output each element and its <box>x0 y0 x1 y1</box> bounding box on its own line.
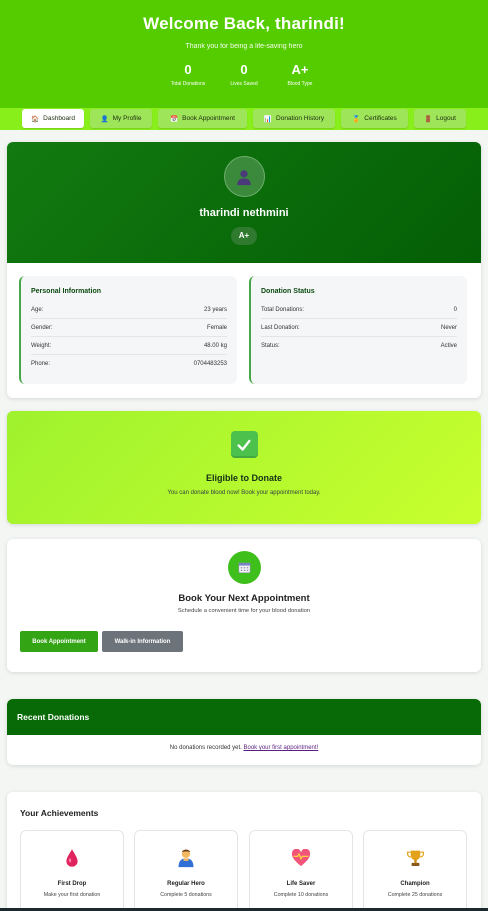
achievement-champion: Champion Complete 25 donations <box>363 830 467 911</box>
book-first-appointment-link[interactable]: Book your first appointment! <box>244 745 319 751</box>
booking-text: Schedule a convenient time for your bloo… <box>177 608 311 614</box>
nav-my-profile-button[interactable]: 👤 My Profile <box>90 109 152 128</box>
stat-total-donations: 0 Total Donations <box>169 62 207 87</box>
stat-label: Blood Type <box>287 81 313 87</box>
nav-label: Dashboard <box>43 115 75 122</box>
heart-icon <box>250 847 352 869</box>
achievement-name: First Drop <box>57 881 87 887</box>
nav-logout-button[interactable]: 🚪 Logout <box>414 109 466 128</box>
stat-value: 0 <box>240 62 248 77</box>
achievement-description: Complete 10 donations <box>273 892 329 898</box>
row-label: Total Donations: <box>261 306 305 313</box>
welcome-title: Welcome Back, tharindi! <box>143 14 345 33</box>
nav-donation-history-button[interactable]: 📊 Donation History <box>253 109 335 128</box>
nav-label: My Profile <box>112 115 142 122</box>
welcome-header: Welcome Back, tharindi! Thank you for be… <box>0 0 488 108</box>
book-appointment-button[interactable]: Book Appointment <box>20 631 98 652</box>
calendar-icon: 📅 <box>170 115 179 123</box>
blood-type-badge: A+ <box>231 227 257 245</box>
nav-label: Logout <box>436 115 456 122</box>
certificate-icon: 🏅 <box>352 115 361 123</box>
info-row-phone: Phone: 0704483253 <box>31 355 227 373</box>
profile-name: tharindi nethmini <box>199 207 289 219</box>
row-label: Age: <box>31 306 44 313</box>
stat-label: Total Donations <box>170 81 206 87</box>
eligibility-card: Eligible to Donate You can donate blood … <box>7 411 481 524</box>
book-appointment-card: Book Your Next Appointment Schedule a co… <box>7 539 481 672</box>
info-row-age: Age: 23 years <box>31 301 227 319</box>
stat-label: Lives Saved <box>230 81 258 87</box>
nav-certificates-button[interactable]: 🏅 Certificates <box>341 109 408 128</box>
nav-label: Donation History <box>276 115 325 122</box>
avatar <box>223 156 265 197</box>
panel-title: Personal Information <box>31 288 102 295</box>
row-label: Last Donation: <box>261 324 300 331</box>
donation-status-panel: Donation Status Total Donations: 0 Last … <box>249 276 467 384</box>
status-row-status: Status: Active <box>261 337 457 355</box>
eligibility-title: Eligible to Donate <box>205 473 282 483</box>
profile-header: tharindi nethmini A+ <box>7 142 481 263</box>
row-label: Phone: <box>31 361 51 367</box>
hero-icon <box>135 847 237 869</box>
row-value: Never <box>440 324 457 331</box>
achievement-description: Make your first donation <box>43 892 101 898</box>
achievement-name: Life Saver <box>286 881 316 887</box>
nav-label: Book Appointment <box>182 115 235 122</box>
achievements-card: Your Achievements First Drop Make your f… <box>7 792 481 911</box>
row-value: 0704483253 <box>193 361 227 367</box>
check-mark-icon <box>230 431 258 458</box>
user-icon: 👤 <box>100 115 109 123</box>
achievement-description: Complete 5 donations <box>160 892 212 898</box>
user-silhouette-icon <box>237 169 251 185</box>
chart-icon: 📊 <box>263 115 273 123</box>
row-label: Status: <box>261 343 280 349</box>
status-row-total-donations: Total Donations: 0 <box>261 301 457 319</box>
booking-actions: Book Appointment Walk-in Information <box>20 631 183 652</box>
panel-title: Donation Status <box>261 288 315 295</box>
row-value: Active <box>440 343 457 349</box>
row-value: 48.00 kg <box>203 342 227 349</box>
booking-title: Book Your Next Appointment <box>178 593 310 604</box>
eligibility-text: You can donate blood now! Book your appo… <box>167 490 321 496</box>
main-nav: 🏠 Dashboard 👤 My Profile 📅 Book Appointm… <box>0 108 488 130</box>
row-value: 0 <box>453 306 457 313</box>
recent-donations-title: Recent Donations <box>7 699 481 735</box>
nav-dashboard-button[interactable]: 🏠 Dashboard <box>22 109 84 128</box>
achievement-description: Complete 25 donations <box>387 892 443 898</box>
row-value: 23 years <box>203 306 227 313</box>
welcome-subtitle: Thank you for being a life-saving hero <box>185 43 303 50</box>
achievement-name: Champion <box>400 881 430 887</box>
blood-drop-icon <box>21 847 123 869</box>
trophy-icon <box>364 847 466 869</box>
stats-row: 0 Total Donations 0 Lives Saved A+ Blood… <box>0 62 488 87</box>
achievement-first-drop: First Drop Make your first donation <box>20 830 124 911</box>
achievement-regular-hero: Regular Hero Complete 5 donations <box>134 830 238 911</box>
nav-label: Certificates <box>364 115 397 122</box>
row-label: Gender: <box>31 324 53 331</box>
nav-book-appointment-button[interactable]: 📅 Book Appointment <box>158 109 247 128</box>
profile-card: tharindi nethmini A+ Personal Informatio… <box>7 142 481 398</box>
recent-donations-card: Recent Donations No donations recorded y… <box>7 699 481 765</box>
calendar-icon <box>227 551 261 584</box>
row-label: Weight: <box>31 342 52 349</box>
info-row-weight: Weight: 48.00 kg <box>31 337 227 355</box>
achievements-title: Your Achievements <box>20 808 99 818</box>
achievement-life-saver: Life Saver Complete 10 donations <box>249 830 353 911</box>
stat-value: 0 <box>184 62 192 77</box>
walk-in-information-button[interactable]: Walk-in Information <box>102 631 183 652</box>
status-row-last-donation: Last Donation: Never <box>261 319 457 337</box>
stat-lives-saved: 0 Lives Saved <box>225 62 263 87</box>
stat-value: A+ <box>291 62 309 77</box>
stat-blood-type: A+ Blood Type <box>281 62 319 87</box>
row-value: Female <box>206 324 227 331</box>
empty-message: No donations recorded yet. <box>169 745 242 751</box>
logout-icon: 🚪 <box>424 115 433 123</box>
recent-donations-empty: No donations recorded yet. Book your fir… <box>7 735 481 751</box>
home-icon: 🏠 <box>31 115 40 123</box>
info-row-gender: Gender: Female <box>31 319 227 337</box>
personal-information-panel: Personal Information Age: 23 years Gende… <box>19 276 237 384</box>
achievement-name: Regular Hero <box>167 881 205 887</box>
